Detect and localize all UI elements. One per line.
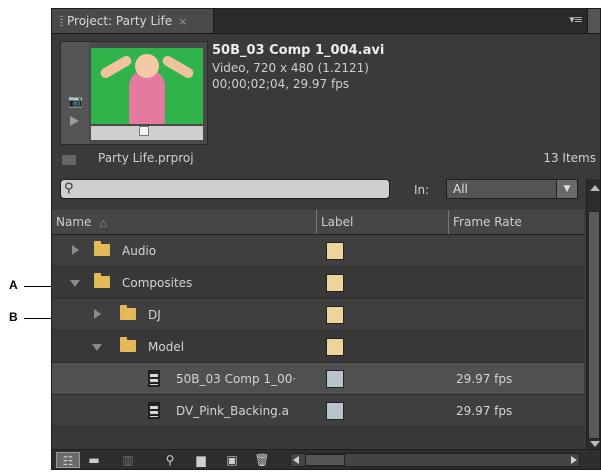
folder-icon bbox=[120, 305, 136, 320]
column-header-name-label: Name bbox=[56, 215, 92, 229]
clip-info: Video, 720 x 480 (1.2121) bbox=[212, 61, 369, 75]
clip-timecode: 00;00;02;04, 29.97 fps bbox=[212, 77, 350, 91]
callout-b-label: B bbox=[9, 310, 18, 324]
table-row[interactable]: Audio bbox=[52, 235, 584, 267]
label-swatch[interactable] bbox=[326, 242, 344, 260]
folder-icon bbox=[94, 273, 110, 288]
label-swatch[interactable] bbox=[326, 370, 344, 388]
folder-icon bbox=[94, 241, 110, 256]
in-label: In: bbox=[414, 183, 430, 197]
preview-scrubber[interactable] bbox=[91, 126, 203, 140]
search-input[interactable] bbox=[83, 181, 387, 199]
row-frame-rate: 29.97 fps bbox=[456, 372, 513, 386]
row-name: Model bbox=[148, 340, 185, 354]
search-icon: ⚲ bbox=[64, 181, 74, 196]
column-header-frame-rate[interactable]: Frame Rate bbox=[448, 210, 584, 234]
clip-name: 50B_03 Comp 1_004.avi bbox=[212, 43, 385, 58]
poster-frame-icon[interactable]: 📷 bbox=[68, 94, 83, 108]
row-name: Audio bbox=[122, 244, 157, 258]
film-clip-icon bbox=[148, 370, 160, 387]
table-header: Name △ Label Frame Rate bbox=[52, 210, 584, 235]
tab-project[interactable]: Project: Party Life × bbox=[52, 9, 214, 33]
label-swatch[interactable] bbox=[326, 306, 344, 324]
thumbnail-figure-body bbox=[129, 70, 165, 124]
scroll-thumb[interactable] bbox=[305, 454, 345, 466]
thumbnail-figure-arm bbox=[160, 54, 196, 80]
project-file-icon bbox=[62, 155, 76, 165]
table-row[interactable]: Model bbox=[52, 331, 584, 363]
new-item-icon[interactable]: ▣ bbox=[224, 452, 240, 468]
scroll-left-icon[interactable] bbox=[293, 456, 299, 464]
panel-tab-bar: Project: Party Life × ▾≡ bbox=[52, 9, 600, 34]
column-header-name[interactable]: Name △ bbox=[52, 210, 316, 234]
row-name: DV_Pink_Backing.a bbox=[176, 404, 289, 418]
find-icon[interactable]: ⚲ bbox=[162, 452, 178, 468]
icon-view-icon[interactable]: ▬ bbox=[86, 452, 102, 468]
table-row[interactable]: DV_Pink_Backing.a 29.97 fps bbox=[52, 395, 584, 427]
table-row[interactable]: 50B_03 Comp 1_00· 29.97 fps bbox=[52, 363, 584, 395]
folder-icon bbox=[120, 337, 136, 352]
expand-triangle-icon[interactable] bbox=[94, 309, 101, 319]
label-swatch[interactable] bbox=[326, 402, 344, 420]
scrubber-handle[interactable] bbox=[139, 126, 149, 136]
grip-icon[interactable] bbox=[60, 15, 63, 28]
automate-to-sequence-icon[interactable]: ▥ bbox=[118, 452, 138, 468]
row-name: Composites bbox=[122, 276, 193, 290]
panel-edge bbox=[587, 9, 600, 33]
thumbnail-figure-head bbox=[135, 54, 159, 78]
row-name: DJ bbox=[148, 308, 161, 322]
column-header-label[interactable]: Label bbox=[316, 210, 448, 234]
row-frame-rate: 29.97 fps bbox=[456, 404, 513, 418]
film-clip-icon bbox=[148, 402, 160, 419]
scroll-up-icon[interactable] bbox=[590, 185, 600, 191]
play-icon[interactable] bbox=[70, 116, 79, 126]
row-name: 50B_03 Comp 1_00· bbox=[176, 372, 297, 386]
table-row[interactable]: DJ bbox=[52, 299, 584, 331]
item-count: 13 Items bbox=[543, 151, 596, 165]
expand-triangle-icon[interactable] bbox=[72, 245, 79, 255]
project-file-name: Party Life.prproj bbox=[98, 151, 194, 165]
preview-thumbnail bbox=[91, 48, 203, 124]
chevron-down-icon[interactable]: ▼ bbox=[556, 180, 577, 198]
callout-a-label: A bbox=[9, 278, 18, 292]
horizontal-scrollbar[interactable] bbox=[290, 453, 580, 467]
sort-ascending-icon: △ bbox=[99, 218, 108, 229]
scroll-down-icon[interactable] bbox=[590, 441, 600, 447]
label-swatch[interactable] bbox=[326, 274, 344, 292]
new-bin-icon[interactable]: ▆ bbox=[192, 452, 210, 468]
tab-label: Project: Party Life bbox=[67, 14, 173, 28]
preview-controls: 📷 bbox=[61, 42, 89, 144]
thumbnail-figure-arm bbox=[98, 54, 134, 80]
scroll-thumb[interactable] bbox=[588, 211, 600, 439]
project-panel: Project: Party Life × ▾≡ 📷 50B_03 Comp 1_… bbox=[51, 8, 601, 470]
in-select[interactable]: All ▼ bbox=[446, 179, 578, 199]
scroll-right-icon[interactable] bbox=[571, 456, 577, 464]
in-select-value: All bbox=[453, 182, 468, 196]
close-icon[interactable]: × bbox=[178, 15, 187, 28]
preview-area: 📷 bbox=[60, 41, 208, 145]
project-table: Name △ Label Frame Rate Audio Composites … bbox=[52, 210, 584, 442]
table-row[interactable]: Composites bbox=[52, 267, 584, 299]
panel-menu-icon[interactable]: ▾≡ bbox=[569, 13, 583, 26]
collapse-triangle-icon[interactable] bbox=[92, 344, 102, 351]
bottom-toolbar: ☷ ▬ ▥ ⚲ ▆ ▣ 🗑 bbox=[52, 449, 600, 469]
list-view-icon[interactable]: ☷ bbox=[56, 452, 80, 468]
search-field[interactable]: ⚲ bbox=[60, 179, 390, 199]
label-swatch[interactable] bbox=[326, 338, 344, 356]
collapse-triangle-icon[interactable] bbox=[70, 280, 80, 287]
vertical-scrollbar[interactable] bbox=[586, 179, 600, 449]
delete-icon[interactable]: 🗑 bbox=[254, 452, 270, 468]
